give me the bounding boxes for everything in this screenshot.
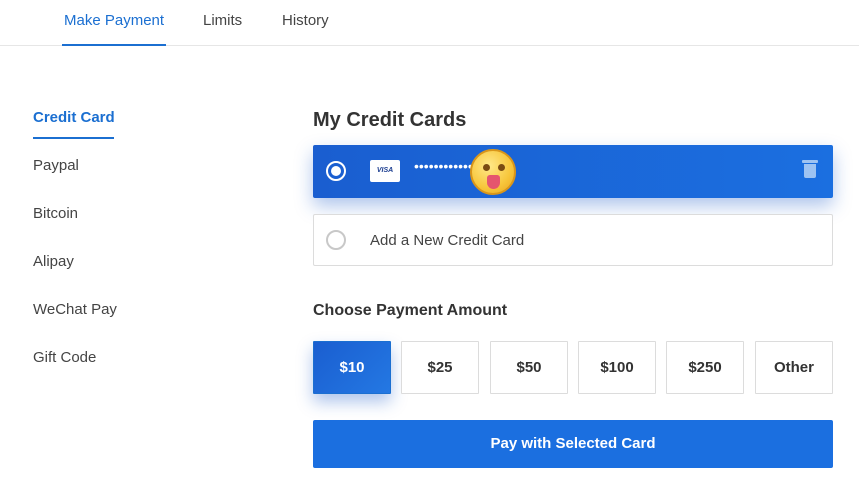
sidebar-item-wechat-pay[interactable]: WeChat Pay (33, 301, 117, 318)
amount-option-other[interactable]: Other (755, 341, 833, 394)
sidebar-item-alipay[interactable]: Alipay (33, 253, 74, 270)
sidebar-item-gift-code[interactable]: Gift Code (33, 349, 96, 366)
visa-logo-icon: VISA (370, 160, 400, 182)
tab-history[interactable]: History (282, 12, 329, 46)
add-new-card-row[interactable]: Add a New Credit Card (313, 214, 833, 266)
amount-option-250[interactable]: $250 (666, 341, 744, 394)
amount-option-10[interactable]: $10 (313, 341, 391, 394)
amount-option-25[interactable]: $25 (401, 341, 479, 394)
add-new-card-label: Add a New Credit Card (370, 232, 525, 249)
trash-icon[interactable] (802, 160, 818, 178)
tongue-emoji-sticker-icon (470, 149, 516, 195)
amount-option-50[interactable]: $50 (490, 341, 568, 394)
sidebar-item-credit-card[interactable]: Credit Card (33, 109, 115, 139)
saved-card-row[interactable]: VISA •••••••••••• (313, 145, 833, 198)
amount-option-100[interactable]: $100 (578, 341, 656, 394)
card-radio-unselected[interactable] (326, 230, 346, 250)
payment-amount-title: Choose Payment Amount (313, 302, 508, 319)
sidebar-item-paypal[interactable]: Paypal (33, 157, 79, 174)
pay-with-selected-card-button[interactable]: Pay with Selected Card (313, 420, 833, 468)
top-tab-bar: Make Payment Limits History (0, 0, 859, 46)
card-radio-selected[interactable] (326, 161, 346, 181)
tab-make-payment[interactable]: Make Payment (61, 12, 167, 46)
sidebar-item-bitcoin[interactable]: Bitcoin (33, 205, 78, 222)
credit-cards-title: My Credit Cards (313, 109, 467, 131)
masked-card-number: •••••••••••• (414, 158, 473, 174)
tab-limits[interactable]: Limits (203, 12, 242, 46)
